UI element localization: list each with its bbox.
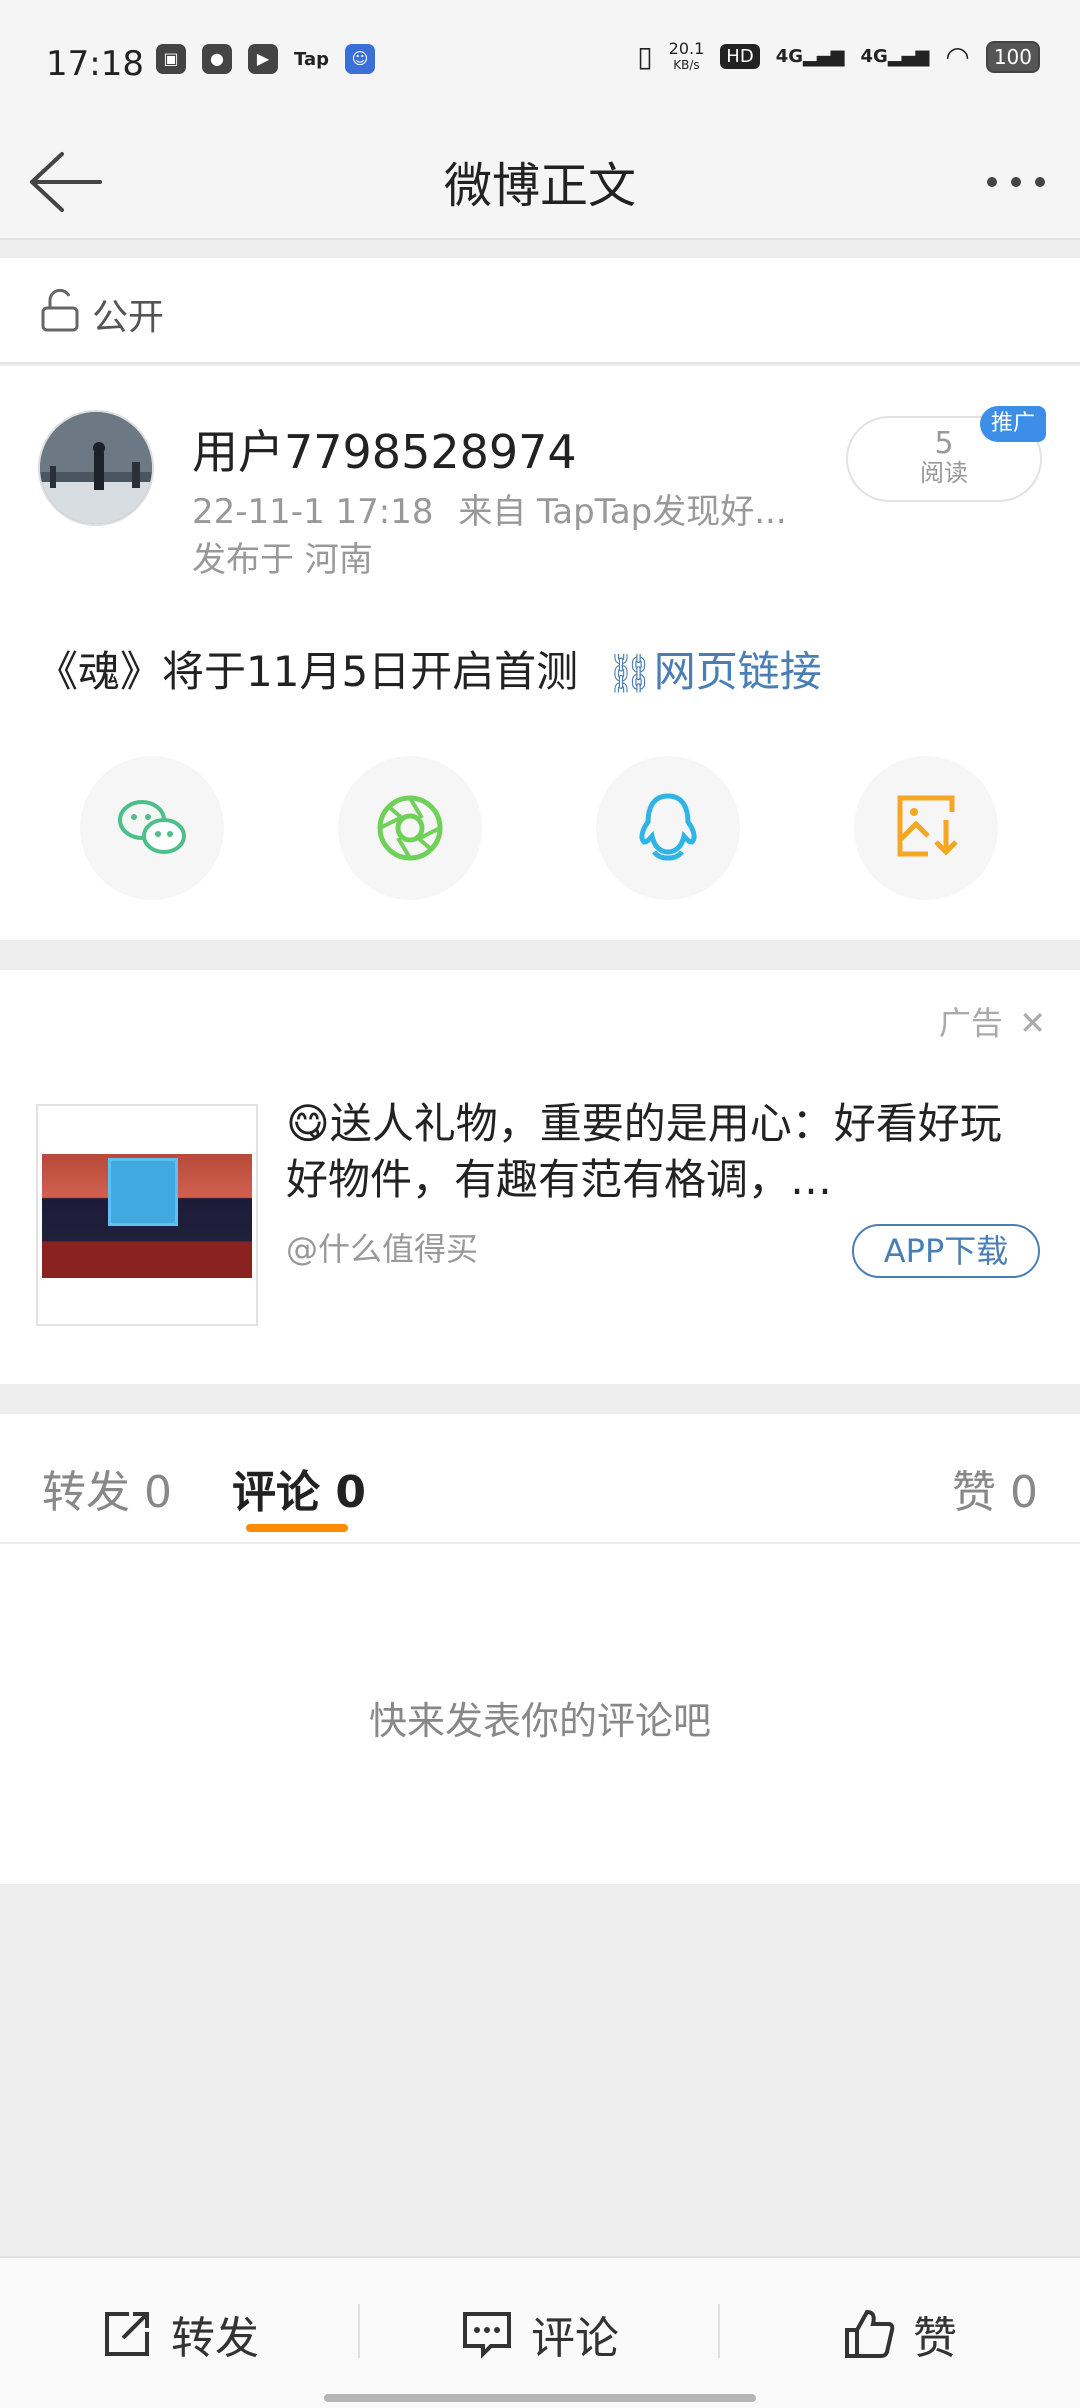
comment-button[interactable]: 评论 [360, 2258, 720, 2408]
calendar-icon: ▣ [156, 44, 186, 74]
post-meta: 22-11-1 17:18 来自 TapTap发现好... [192, 484, 787, 533]
repost-button[interactable]: 转发 [0, 2258, 360, 2408]
save-image-icon [897, 795, 958, 857]
tab-comment[interactable]: 评论 0 [232, 1456, 366, 1520]
wifi-icon: ◠ [945, 40, 970, 73]
ad-thumbnail[interactable] [36, 1104, 258, 1326]
empty-comments-text: 快来发表你的评论吧 [368, 1699, 711, 1743]
link-icon[interactable]: ⛓ [606, 651, 654, 695]
video-icon: ▶ [248, 44, 278, 74]
save-image-button[interactable] [854, 756, 998, 900]
like-button[interactable]: 赞 [720, 2258, 1080, 2408]
net-speed: 20.1 KB/s [668, 38, 705, 72]
thumbs-up-icon [845, 2309, 895, 2358]
app-icon: ☺ [345, 44, 375, 74]
privacy-label: 公开 [92, 297, 165, 338]
post-location: 发布于 河南 [192, 540, 373, 580]
share-out-icon [105, 2312, 149, 2356]
tab-underline [246, 1524, 348, 1532]
avatar[interactable] [38, 410, 154, 526]
moments-icon [377, 795, 443, 861]
ad-title[interactable]: 😋送人礼物，重要的是用心：好看好玩好物件，有趣有范有格调，… [286, 1096, 1036, 1208]
privacy-row: 公开 [0, 258, 1080, 364]
vibrate-icon: ▯ [637, 40, 653, 73]
signal-1: 4G▂▄▆ [775, 46, 845, 67]
tab-bar: 转发 0 评论 0 赞 0 [0, 1414, 1080, 1544]
home-indicator[interactable] [324, 2394, 756, 2402]
hd-badge: HD [720, 44, 760, 69]
share-wechat-button[interactable] [80, 756, 224, 900]
app-download-button[interactable]: APP下载 [852, 1224, 1040, 1278]
more-options-icon[interactable] [976, 148, 1056, 216]
comments-area: 快来发表你的评论吧 [0, 1544, 1080, 1884]
post-time: 22-11-1 17:18 [192, 492, 434, 532]
share-moments-button[interactable] [338, 756, 482, 900]
share-qq-button[interactable] [596, 756, 740, 900]
close-icon[interactable]: ✕ [1019, 1004, 1046, 1042]
username[interactable]: 用户7798528974 [192, 416, 577, 482]
status-time: 17:18 [46, 44, 144, 84]
nav-bar: 微博正文 [0, 124, 1080, 240]
wechat-icon [118, 800, 186, 854]
status-app-icons: ▣ ● ▶ Tap ☺ [156, 44, 375, 74]
web-link[interactable]: 网页链接 [654, 647, 822, 696]
signal-2: 4G▂▄▆ [860, 46, 930, 67]
qq-icon [639, 793, 697, 861]
wechat-icon: ● [202, 44, 232, 74]
read-label: 阅读 [920, 459, 968, 487]
page-title: 微博正文 [443, 158, 636, 214]
ad-source: @什么值得买 [286, 1230, 479, 1268]
unlock-icon [41, 288, 79, 332]
status-indicators: ▯ 20.1 KB/s HD 4G▂▄▆ 4G▂▄▆ ◠ 100 [637, 40, 1040, 73]
tap-icon: Tap [294, 48, 329, 70]
avatar-image [40, 412, 152, 524]
ad-card[interactable]: 广告 ✕ 😋送人礼物，重要的是用心：好看好玩好物件，有趣有范有格调，… @什么值… [0, 970, 1080, 1384]
ad-label[interactable]: 广告 ✕ [939, 998, 1046, 1044]
post-card: 用户7798528974 22-11-1 17:18 来自 TapTap发现好.… [0, 366, 1080, 940]
battery-indicator: 100 [985, 40, 1040, 73]
promo-tag[interactable]: 推广 [980, 406, 1046, 442]
emoji-icon: 😋 [286, 1099, 330, 1148]
tab-like[interactable]: 赞 0 [952, 1456, 1038, 1520]
status-bar: 17:18 ▣ ● ▶ Tap ☺ ▯ 20.1 KB/s HD 4G▂▄▆ 4… [0, 0, 1080, 124]
tab-repost[interactable]: 转发 0 [42, 1456, 172, 1520]
post-body: 《魂》将于11月5日开启首测 [36, 647, 579, 696]
share-row [0, 756, 1080, 906]
comment-icon [463, 2312, 511, 2359]
post-text: 《魂》将于11月5日开启首测 ⛓网页链接 [36, 638, 822, 699]
post-source[interactable]: 来自 TapTap发现好... [458, 492, 786, 532]
bottom-action-bar: 转发 评论 赞 [0, 2256, 1080, 2408]
